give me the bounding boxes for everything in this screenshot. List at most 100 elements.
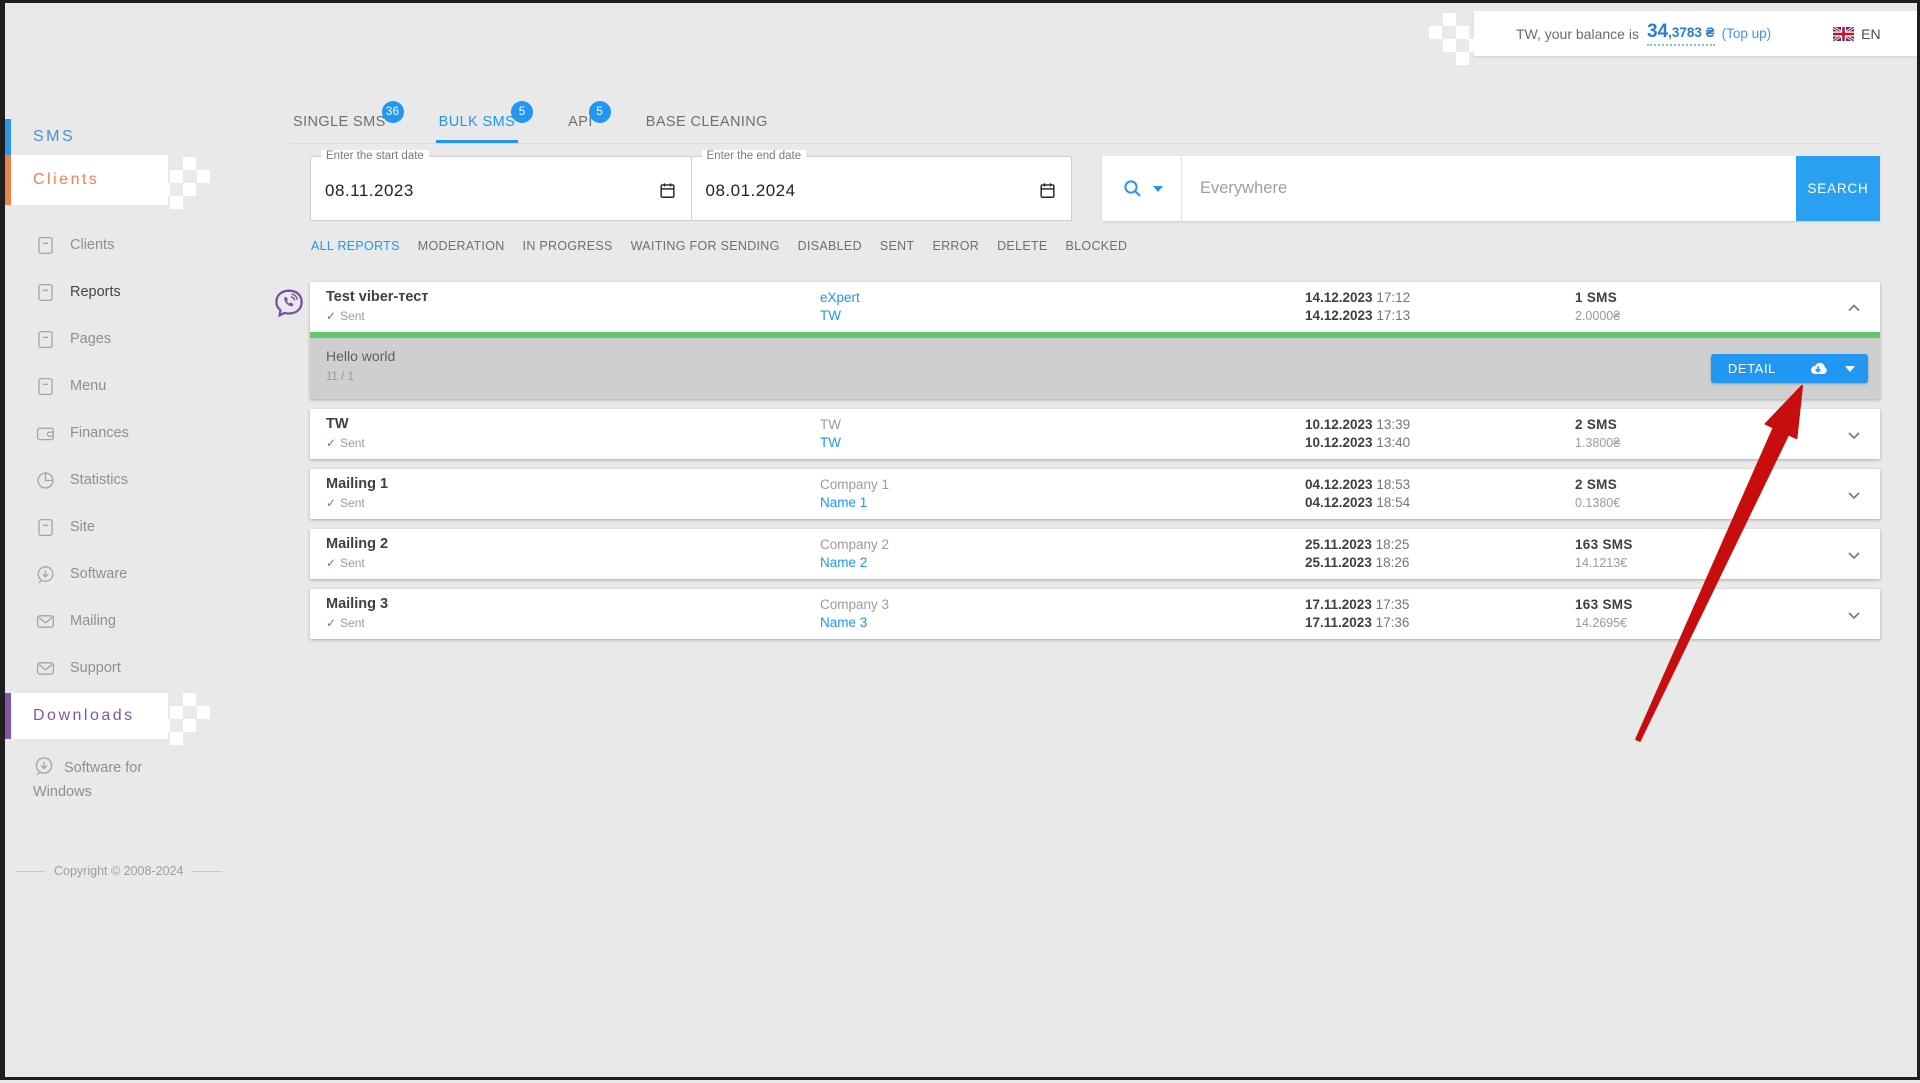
tab-single-sms[interactable]: SINGLE SMS36 <box>290 114 389 143</box>
check-icon: ✓ <box>326 616 336 630</box>
sidebar: SMS Clients Clients Reports Pages Menu F… <box>5 3 235 1077</box>
report-title: Mailing 2 <box>326 536 388 552</box>
filter-error[interactable]: ERROR <box>932 239 979 253</box>
calendar-icon[interactable] <box>1038 181 1057 200</box>
report-row[interactable]: Test viber-тест ✓Sent eXpert TW 14.12.20… <box>310 282 1880 332</box>
chevron-down-icon[interactable] <box>1844 485 1864 505</box>
chevron-down-icon[interactable] <box>1844 545 1864 565</box>
report-row[interactable]: Mailing 2 ✓Sent Company 2 Name 2 25.11.2… <box>310 529 1880 579</box>
sidebar-item-software-for-windows[interactable]: Software for Windows <box>33 755 183 804</box>
client-link[interactable]: Name 2 <box>820 554 889 572</box>
filter-delete[interactable]: DELETE <box>997 239 1047 253</box>
search-scope-selector[interactable] <box>1102 156 1182 221</box>
report-row[interactable]: Mailing 1 ✓Sent Company 1 Name 1 04.12.2… <box>310 469 1880 519</box>
sidebar-item-mailing[interactable]: Mailing <box>5 605 235 637</box>
search-input[interactable] <box>1182 156 1796 221</box>
sidebar-sms-label: SMS <box>33 128 75 146</box>
sidebar-item-menu[interactable]: Menu <box>5 370 235 402</box>
sidebar-item-reports[interactable]: Reports <box>5 276 235 308</box>
tab-base-cleaning[interactable]: BASE CLEANING <box>643 114 771 143</box>
report-row[interactable]: TW ✓Sent TW TW 10.12.2023 13:39 10.12.20… <box>310 409 1880 459</box>
tab-badge: 5 <box>511 101 533 123</box>
sidebar-item-site[interactable]: Site <box>5 511 235 543</box>
filter-all-reports[interactable]: ALL REPORTS <box>311 239 400 253</box>
report-card-expanded: Test viber-тест ✓Sent eXpert TW 14.12.20… <box>310 282 1880 399</box>
client-link[interactable]: TW <box>820 434 841 452</box>
tab-badge: 5 <box>589 101 611 123</box>
envelope-icon <box>35 658 56 679</box>
client-link[interactable]: TW <box>820 307 860 325</box>
report-volume: 163 SMS 14.2695€ <box>1575 596 1633 632</box>
report-dates: 17.11.2023 17:35 17.11.2023 17:36 <box>1305 596 1409 632</box>
sidebar-section-clients[interactable]: Clients <box>5 155 168 205</box>
report-volume: 163 SMS 14.1213€ <box>1575 536 1633 572</box>
detail-button[interactable]: DETAIL <box>1711 354 1793 383</box>
document-icon <box>35 376 56 397</box>
report-card: Mailing 2 ✓Sent Company 2 Name 2 25.11.2… <box>310 529 1880 579</box>
search-button[interactable]: SEARCH <box>1796 156 1880 221</box>
client-name: TW <box>820 416 841 434</box>
document-icon <box>35 282 56 303</box>
client-link[interactable]: Name 3 <box>820 614 889 632</box>
client-link[interactable]: eXpert <box>820 289 860 307</box>
chevron-down-icon[interactable] <box>1844 425 1864 445</box>
sidebar-item-statistics[interactable]: Statistics <box>5 464 235 496</box>
sidebar-section-sms[interactable]: SMS <box>5 119 235 155</box>
download-circle-icon <box>33 755 55 777</box>
filter-sent[interactable]: SENT <box>880 239 915 253</box>
report-status: ✓Sent <box>326 496 388 510</box>
expanded-panel: Hello world 11 / 1 DETAIL <box>310 338 1880 399</box>
sidebar-downloads-label: Downloads <box>33 707 135 725</box>
report-title: Mailing 1 <box>326 476 388 492</box>
reports-list: Test viber-тест ✓Sent eXpert TW 14.12.20… <box>310 282 1880 649</box>
download-report-button[interactable] <box>1794 354 1868 383</box>
sidebar-item-software[interactable]: Software <box>5 558 235 590</box>
pie-chart-icon <box>35 470 56 491</box>
tab-api[interactable]: API5 <box>565 114 596 143</box>
filter-moderation[interactable]: MODERATION <box>418 239 505 253</box>
start-date-field[interactable]: Enter the start date 08.11.2023 <box>310 156 692 221</box>
chevron-down-icon <box>1845 366 1855 372</box>
start-date-label: Enter the start date <box>321 150 429 162</box>
wallet-icon <box>35 423 56 444</box>
chevron-down-icon[interactable] <box>1844 605 1864 625</box>
report-title: Test viber-тест <box>326 289 428 305</box>
start-date-value: 08.11.2023 <box>325 181 414 200</box>
filter-blocked[interactable]: BLOCKED <box>1066 239 1128 253</box>
filter-waiting-for-sending[interactable]: WAITING FOR SENDING <box>631 239 780 253</box>
report-volume: 1 SMS 2.0000₴ <box>1575 289 1620 325</box>
chevron-up-icon[interactable] <box>1844 298 1864 318</box>
sidebar-item-pages[interactable]: Pages <box>5 323 235 355</box>
end-date-value: 08.01.2024 <box>706 181 796 200</box>
filter-disabled[interactable]: DISABLED <box>798 239 862 253</box>
pixel-decoration <box>157 693 211 747</box>
report-dates: 14.12.2023 17:12 14.12.2023 17:13 <box>1305 289 1410 325</box>
sidebar-item-clients[interactable]: Clients <box>5 229 235 261</box>
sidebar-section-downloads[interactable]: Downloads <box>5 693 168 739</box>
copyright: Copyright © 2008-2024 <box>15 864 230 878</box>
report-dates: 04.12.2023 18:53 04.12.2023 18:54 <box>1305 476 1410 512</box>
message-text: Hello world <box>326 348 1864 364</box>
download-circle-icon <box>35 564 56 585</box>
chevron-down-icon <box>1153 186 1163 192</box>
detail-button-group: DETAIL <box>1711 354 1868 383</box>
report-row[interactable]: Mailing 3 ✓Sent Company 3 Name 3 17.11.2… <box>310 589 1880 639</box>
report-card: Mailing 1 ✓Sent Company 1 Name 1 04.12.2… <box>310 469 1880 519</box>
tab-bulk-sms[interactable]: BULK SMS5 <box>436 114 519 143</box>
tab-bar: SINGLE SMS36 BULK SMS5 API5 BASE CLEANIN… <box>290 100 1880 144</box>
client-link[interactable]: Name 1 <box>820 494 889 512</box>
search-icon <box>1121 177 1145 201</box>
check-icon: ✓ <box>326 556 336 570</box>
sidebar-item-finances[interactable]: Finances <box>5 417 235 449</box>
end-date-field[interactable]: Enter the end date 08.01.2024 <box>691 156 1073 221</box>
client-name: Company 2 <box>820 536 889 554</box>
sidebar-item-support[interactable]: Support <box>5 652 235 684</box>
check-icon: ✓ <box>326 496 336 510</box>
report-status: ✓Sent <box>326 436 365 450</box>
end-date-label: Enter the end date <box>702 150 807 162</box>
check-icon: ✓ <box>326 436 336 450</box>
date-range: Enter the start date 08.11.2023 Enter th… <box>310 156 1072 221</box>
client-name: Company 3 <box>820 596 889 614</box>
calendar-icon[interactable] <box>658 181 677 200</box>
filter-in-progress[interactable]: IN PROGRESS <box>523 239 613 253</box>
